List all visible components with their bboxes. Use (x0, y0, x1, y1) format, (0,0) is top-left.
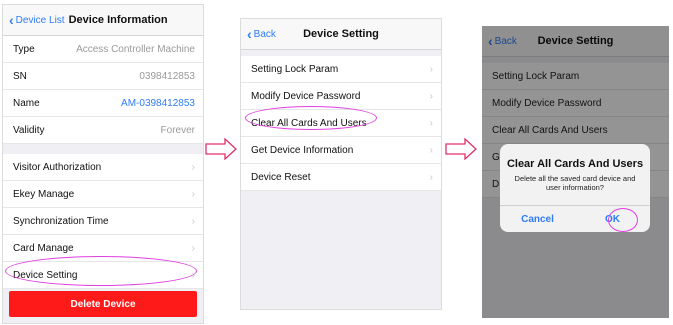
chevron-left-icon: ‹ (247, 26, 252, 42)
clear-all-cards-item[interactable]: Clear All Cards And Users › (241, 110, 441, 137)
nav-bar: ‹ Back Device Setting (241, 19, 441, 50)
info-row-validity: Validity Forever (3, 117, 203, 144)
device-setting-screen: ‹ Back Device Setting Setting Lock Param… (240, 18, 442, 310)
back-button[interactable]: ‹ Device List (3, 12, 65, 28)
back-label: Device List (15, 14, 65, 26)
info-label: SN (13, 70, 27, 82)
menu-item-label: Ekey Manage (13, 188, 75, 200)
get-device-information-item[interactable]: Get Device Information › (241, 137, 441, 164)
confirm-alert: Clear All Cards And Users Delete all the… (500, 144, 650, 232)
chevron-right-icon: › (191, 161, 195, 173)
menu-item-card-manage[interactable]: Card Manage › (3, 235, 203, 262)
setting-item-label: Modify Device Password (251, 90, 361, 102)
device-reset-item[interactable]: Device Reset › (241, 164, 441, 191)
back-button[interactable]: ‹ Back (241, 26, 276, 42)
info-value: Forever (160, 124, 195, 136)
info-row-sn: SN 0398412853 (3, 63, 203, 90)
setting-item-label: Get Device Information (251, 144, 354, 156)
flow-arrow-icon (205, 138, 237, 160)
menu-item-label: Device Setting (13, 269, 78, 281)
menu-group: Visitor Authorization › Ekey Manage › Sy… (3, 154, 203, 289)
settings-list: Setting Lock Param › Modify Device Passw… (241, 56, 441, 191)
setting-item-label: Device Reset (251, 171, 311, 183)
modify-device-password-item[interactable]: Modify Device Password › (241, 83, 441, 110)
clear-confirmation-screen: ‹ Back Device Setting Setting Lock Param… (482, 26, 669, 318)
chevron-right-icon: › (191, 188, 195, 200)
chevron-right-icon: › (429, 117, 433, 129)
chevron-right-icon: › (191, 215, 195, 227)
menu-item-device-setting[interactable]: Device Setting › (3, 262, 203, 289)
flow-arrow-icon (445, 138, 477, 160)
chevron-left-icon: ‹ (9, 12, 14, 28)
setting-item-label: Setting Lock Param (251, 63, 339, 75)
section-gap (3, 144, 203, 154)
info-label: Type (13, 43, 35, 55)
setting-lock-param-item[interactable]: Setting Lock Param › (241, 56, 441, 83)
chevron-right-icon: › (429, 63, 433, 75)
chevron-right-icon: › (191, 242, 195, 254)
info-value[interactable]: AM-0398412853 (121, 98, 195, 109)
info-row-type: Type Access Controller Machine (3, 36, 203, 63)
cancel-button[interactable]: Cancel (500, 206, 575, 232)
info-row-name[interactable]: Name AM-0398412853 (3, 90, 203, 117)
menu-item-label: Card Manage (13, 242, 74, 254)
chevron-right-icon: › (429, 171, 433, 183)
info-value: Access Controller Machine (76, 43, 195, 55)
menu-item-ekey-manage[interactable]: Ekey Manage › (3, 181, 203, 208)
back-label: Back (253, 28, 276, 40)
menu-item-label: Visitor Authorization (13, 161, 102, 173)
alert-message: Delete all the saved card device and use… (514, 174, 636, 192)
info-value: 0398412853 (139, 70, 195, 82)
device-information-screen: ‹ Device List Device Information Type Ac… (2, 4, 204, 324)
info-label: Name (13, 97, 40, 109)
menu-item-visitor-authorization[interactable]: Visitor Authorization › (3, 154, 203, 181)
menu-item-label: Synchronization Time (13, 215, 109, 227)
delete-device-button[interactable]: Delete Device (9, 291, 197, 317)
nav-bar: ‹ Device List Device Information (3, 5, 203, 36)
info-group: Type Access Controller Machine SN 039841… (3, 36, 203, 144)
page-title: Device Information (68, 14, 168, 26)
alert-title: Clear All Cards And Users (506, 158, 644, 170)
ok-button[interactable]: OK (575, 206, 650, 232)
chevron-right-icon: › (429, 90, 433, 102)
alert-buttons: Cancel OK (500, 205, 650, 232)
info-label: Validity (13, 124, 45, 136)
chevron-right-icon: › (429, 144, 433, 156)
setting-item-label: Clear All Cards And Users (251, 117, 367, 129)
chevron-right-icon: › (191, 269, 195, 281)
menu-item-synchronization-time[interactable]: Synchronization Time › (3, 208, 203, 235)
